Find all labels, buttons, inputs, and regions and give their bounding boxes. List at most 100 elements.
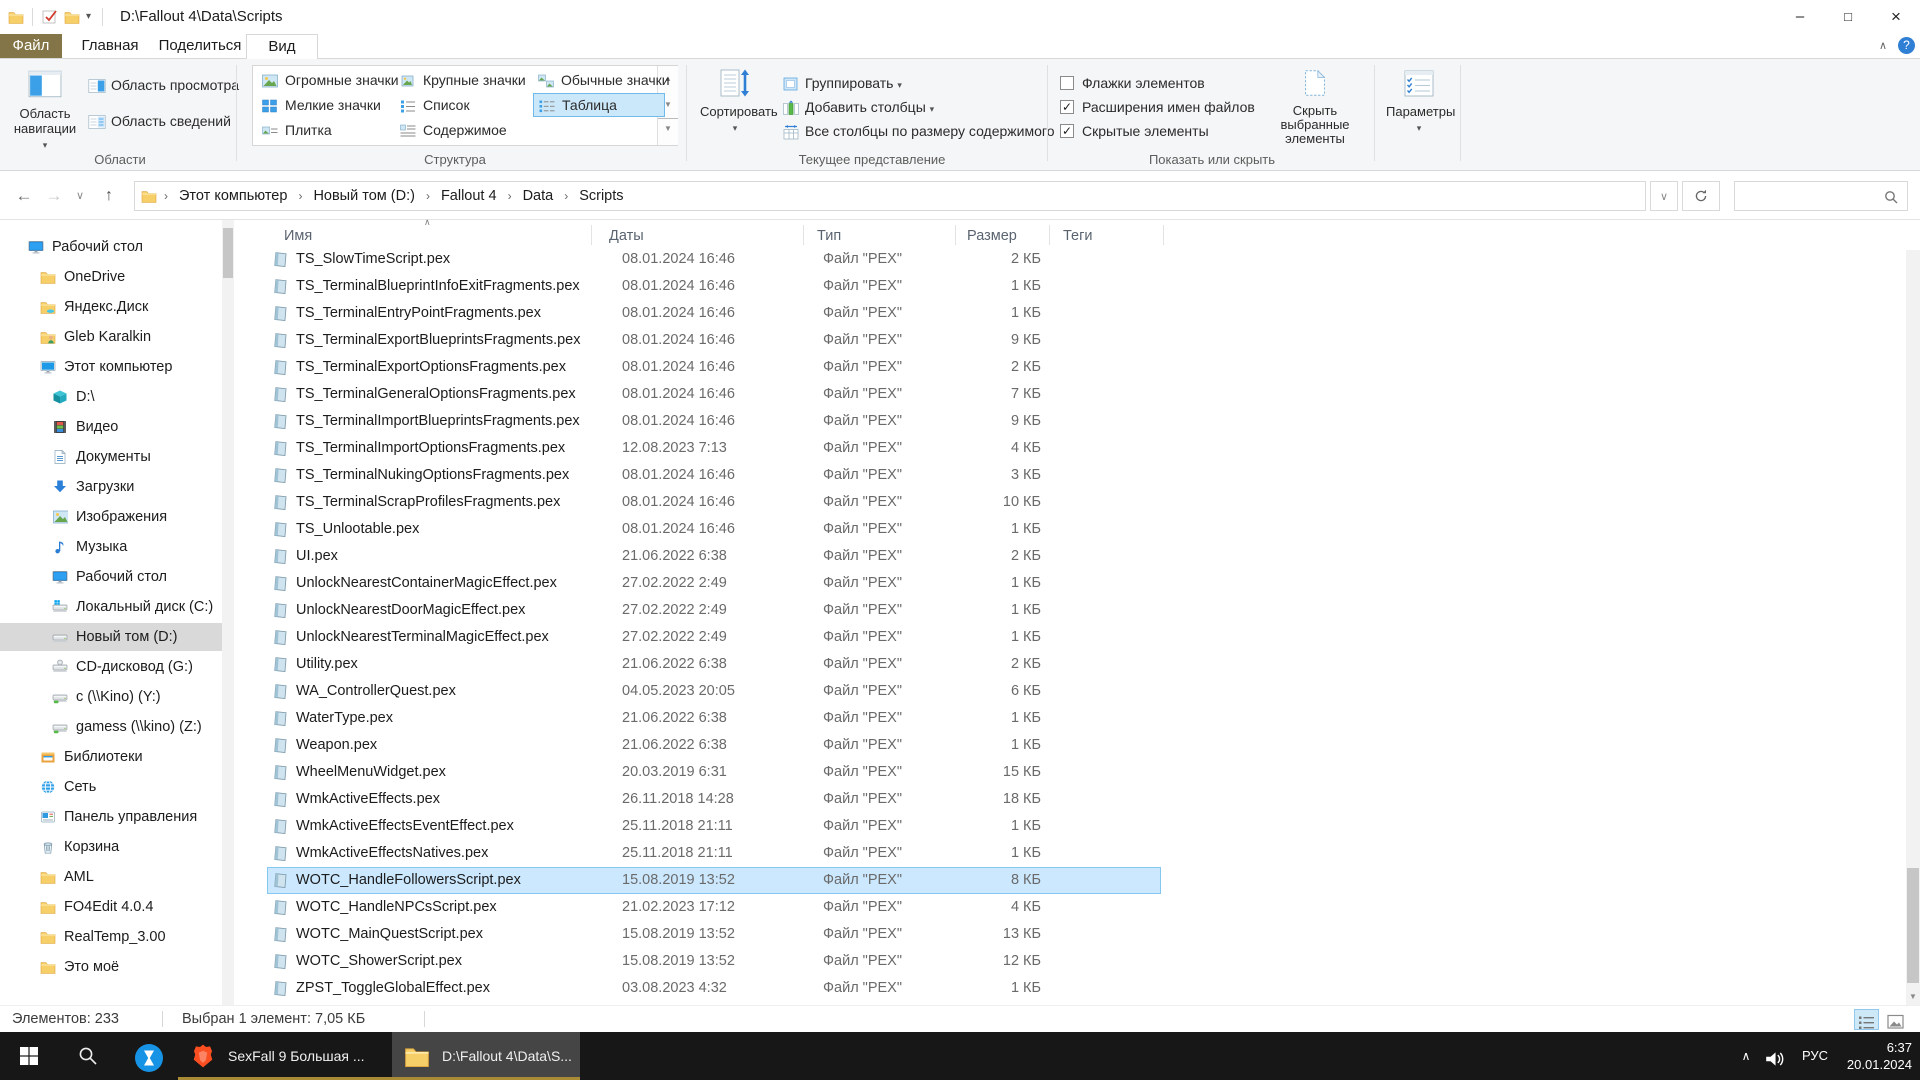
view-option-крупные-значки[interactable]: Крупные значки [395, 68, 527, 92]
table-row[interactable]: TS_TerminalGeneralOptionsFragments.pex08… [267, 381, 1161, 408]
table-row[interactable]: ZPST_ToggleGlobalEffect.pex03.08.2023 4:… [267, 975, 1161, 1002]
view-option-плитка[interactable]: Плитка [257, 118, 389, 142]
refresh-icon[interactable] [1682, 181, 1720, 211]
sidebar-item-музыка[interactable]: Музыка [0, 533, 222, 561]
breadcrumb-separator-icon[interactable]: › [159, 189, 173, 203]
close-button[interactable]: × [1872, 0, 1920, 34]
sidebar-scrollbar[interactable] [222, 220, 234, 1005]
column-header-type[interactable]: Тип [817, 220, 841, 250]
divider[interactable] [803, 225, 804, 245]
divider[interactable] [591, 225, 592, 245]
qat-properties-icon[interactable] [42, 9, 58, 25]
checkbox-icon[interactable]: ✓ [1060, 100, 1074, 114]
view-option-таблица[interactable]: Таблица [533, 93, 665, 117]
table-row[interactable]: TS_TerminalImportBlueprintsFragments.pex… [267, 408, 1161, 435]
table-row[interactable]: TS_Unlootable.pex08.01.2024 16:46Файл "P… [267, 516, 1161, 543]
breadcrumb-separator-icon[interactable]: › [421, 189, 435, 203]
table-row[interactable]: WOTC_ShowerScript.pex15.08.2019 13:52Фай… [267, 948, 1161, 975]
table-row[interactable]: WmkActiveEffects.pex26.11.2018 14:28Файл… [267, 786, 1161, 813]
sidebar-item-рабочий-стол[interactable]: Рабочий стол [0, 233, 222, 261]
table-row[interactable]: TS_SlowTimeScript.pex08.01.2024 16:46Фай… [267, 246, 1161, 273]
address-dropdown-icon[interactable]: ∨ [1650, 181, 1678, 211]
maximize-button[interactable]: □ [1824, 0, 1872, 34]
table-row[interactable]: TS_TerminalImportOptionsFragments.pex12.… [267, 435, 1161, 462]
list-scrollbar-thumb[interactable] [1907, 868, 1919, 983]
tab-share[interactable]: Поделиться [154, 34, 246, 58]
checkbox-row-hidden-items[interactable]: ✓Скрытые элементы [1060, 120, 1209, 142]
taskbar-search-button[interactable] [59, 1032, 118, 1080]
table-row[interactable]: TS_TerminalScrapProfilesFragments.pex08.… [267, 489, 1161, 516]
back-icon[interactable]: ← [10, 181, 38, 211]
table-row[interactable]: WmkActiveEffectsNatives.pex25.11.2018 21… [267, 840, 1161, 867]
hide-selected-button[interactable]: Скрыть выбранные элементы [1262, 65, 1368, 151]
list-scrollbar[interactable]: ▲ ▼ [1906, 220, 1920, 1005]
sidebar-item-изображения[interactable]: Изображения [0, 503, 222, 531]
breadcrumb-segment[interactable]: Scripts [573, 188, 629, 204]
view-option-содержимое[interactable]: Содержимое [395, 118, 527, 142]
sidebar-item-realtemp-3-00[interactable]: RealTemp_3.00 [0, 923, 222, 951]
table-row[interactable]: WA_ControllerQuest.pex04.05.2023 20:05Фа… [267, 678, 1161, 705]
search-input[interactable] [1734, 181, 1908, 211]
sidebar-item-onedrive[interactable]: OneDrive [0, 263, 222, 291]
divider[interactable] [1049, 225, 1050, 245]
view-option-мелкие-значки[interactable]: Мелкие значки [257, 93, 389, 117]
breadcrumb-segment[interactable]: Новый том (D:) [307, 188, 421, 204]
sidebar-item-документы[interactable]: Документы [0, 443, 222, 471]
column-header-size[interactable]: Размер [967, 220, 1017, 250]
table-row[interactable]: TS_TerminalNukingOptionsFragments.pex08.… [267, 462, 1161, 489]
table-row[interactable]: WaterType.pex21.06.2022 6:38Файл "PEX"1 … [267, 705, 1161, 732]
breadcrumb-segment[interactable]: Data [517, 188, 560, 204]
up-icon[interactable]: ↑ [94, 181, 124, 211]
table-row[interactable]: UnlockNearestDoorMagicEffect.pex27.02.20… [267, 597, 1161, 624]
checkbox-row-file-extensions[interactable]: ✓Расширения имен файлов [1060, 96, 1255, 118]
table-row[interactable]: TS_TerminalEntryPointFragments.pex08.01.… [267, 300, 1161, 327]
divider[interactable] [955, 225, 956, 245]
sidebar-item-библиотеки[interactable]: Библиотеки [0, 743, 222, 771]
tray-expand-icon[interactable]: ∧ [1736, 1032, 1756, 1080]
sidebar-item-aml[interactable]: AML [0, 863, 222, 891]
sidebar-item-gleb-karalkin[interactable]: Gleb Karalkin [0, 323, 222, 351]
table-row[interactable]: WOTC_HandleNPCsScript.pex21.02.2023 17:1… [267, 894, 1161, 921]
ribbon-item-group-by[interactable]: Группировать ▾ [782, 72, 902, 94]
breadcrumb-segment[interactable]: Этот компьютер [173, 188, 293, 204]
sidebar-item-видео[interactable]: Видео [0, 413, 222, 441]
gallery-more-icon[interactable]: ▼ [658, 118, 678, 143]
start-button[interactable] [0, 1032, 59, 1080]
sidebar-item-загрузки[interactable]: Загрузки [0, 473, 222, 501]
checkbox-icon[interactable] [1060, 76, 1074, 90]
recent-locations-icon[interactable]: ∨ [70, 181, 90, 211]
table-row[interactable]: UnlockNearestContainerMagicEffect.pex27.… [267, 570, 1161, 597]
help-icon[interactable]: ? [1898, 37, 1915, 54]
taskbar-app-pinned[interactable] [118, 1032, 178, 1080]
checkbox-icon[interactable]: ✓ [1060, 124, 1074, 138]
ribbon-item-size-all-columns[interactable]: Все столбцы по размеру содержимого [782, 120, 1054, 142]
breadcrumb-separator-icon[interactable]: › [503, 189, 517, 203]
table-row[interactable]: WOTC_MainQuestScript.pex15.08.2019 13:52… [267, 921, 1161, 948]
sidebar-item-gamess-kino-z-[interactable]: gamess (\\kino) (Z:) [0, 713, 222, 741]
qat-new-folder-icon[interactable] [64, 9, 80, 25]
taskbar-app-brave[interactable]: SexFall 9 Большая ... [178, 1032, 392, 1080]
sidebar-item-локальный-диск-c-[interactable]: Локальный диск (C:) [0, 593, 222, 621]
table-row[interactable]: Weapon.pex21.06.2022 6:38Файл "PEX"1 КБ [267, 732, 1161, 759]
table-row[interactable]: UnlockNearestTerminalMagicEffect.pex27.0… [267, 624, 1161, 651]
preview-pane-button[interactable]: Область просмотра [88, 74, 239, 96]
thumbnail-view-toggle[interactable] [1884, 1009, 1909, 1030]
column-header-tags[interactable]: Теги [1063, 220, 1093, 250]
sidebar-item-рабочий-стол[interactable]: Рабочий стол [0, 563, 222, 591]
table-row[interactable]: Utility.pex21.06.2022 6:38Файл "PEX"2 КБ [267, 651, 1161, 678]
breadcrumb-separator-icon[interactable]: › [559, 189, 573, 203]
sidebar-item-яндекс-диск[interactable]: Яндекс.Диск [0, 293, 222, 321]
options-button[interactable]: Параметры▾ [1386, 65, 1452, 151]
sidebar-item-cd-дисковод-g-[interactable]: CD-дисковод (G:) [0, 653, 222, 681]
sidebar-item-это-моё[interactable]: Это моё [0, 953, 222, 981]
sidebar-item-с-kino-y-[interactable]: с (\\Kino) (Y:) [0, 683, 222, 711]
table-row[interactable]: TS_TerminalExportBlueprintsFragments.pex… [267, 327, 1161, 354]
sidebar-item-сеть[interactable]: Сеть [0, 773, 222, 801]
details-pane-button[interactable]: Область сведений [88, 110, 231, 132]
sidebar-item-этот-компьютер[interactable]: Этот компьютер [0, 353, 222, 381]
volume-icon[interactable] [1764, 1032, 1786, 1080]
collapse-ribbon-icon[interactable]: ∧ [1872, 34, 1894, 58]
clock[interactable]: 6:37 20.01.2024 [1834, 1032, 1912, 1080]
tab-home[interactable]: Главная [66, 34, 154, 58]
tab-view[interactable]: Вид [246, 34, 318, 59]
